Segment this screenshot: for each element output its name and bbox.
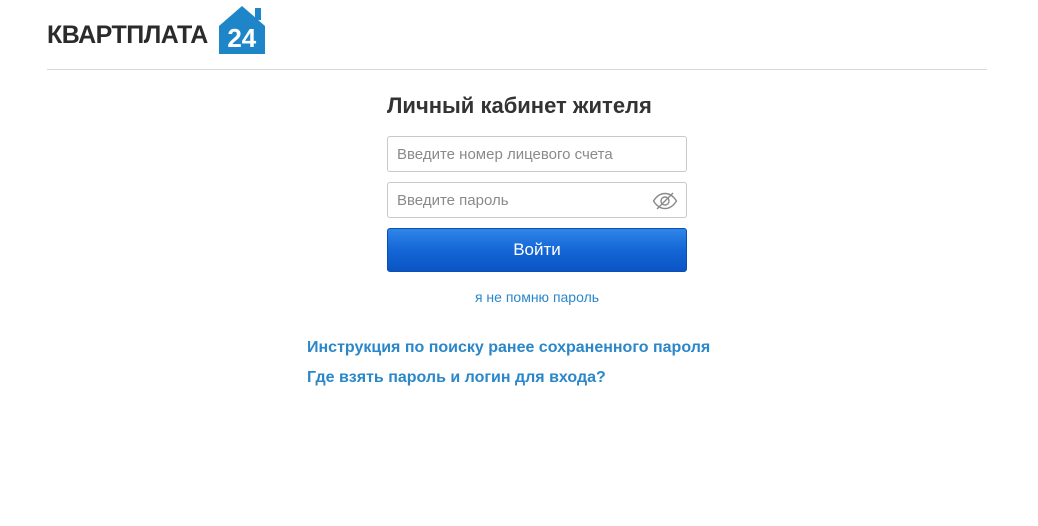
logo-number: 24 [227,23,257,53]
where-to-get-credentials-link[interactable]: Где взять пароль и логин для входа? [307,368,710,388]
password-input[interactable] [388,183,686,217]
logo-wordmark: КВАРТПЛАТА [47,21,208,49]
help-links: Инструкция по поиску ранее сохраненного … [307,338,710,398]
password-search-instructions-link[interactable]: Инструкция по поиску ранее сохраненного … [307,338,710,358]
login-page: КВАРТПЛАТА 24 Личный кабинет жителя Введ… [0,0,1038,526]
header-divider [47,69,987,70]
account-field [387,136,687,172]
site-header: КВАРТПЛАТА 24 [47,6,987,70]
page-title: Личный кабинет жителя [387,93,652,118]
eye-slash-icon[interactable] [652,191,678,211]
logo-house-icon: 24 [214,6,270,54]
account-number-input[interactable] [388,137,686,171]
password-field [387,182,687,218]
forgot-password-link[interactable]: я не помню пароль [387,289,687,305]
login-form: Личный кабинет жителя Войти я не помню п… [387,90,687,305]
login-button[interactable]: Войти [387,228,687,272]
site-logo[interactable]: КВАРТПЛАТА 24 [47,6,270,54]
